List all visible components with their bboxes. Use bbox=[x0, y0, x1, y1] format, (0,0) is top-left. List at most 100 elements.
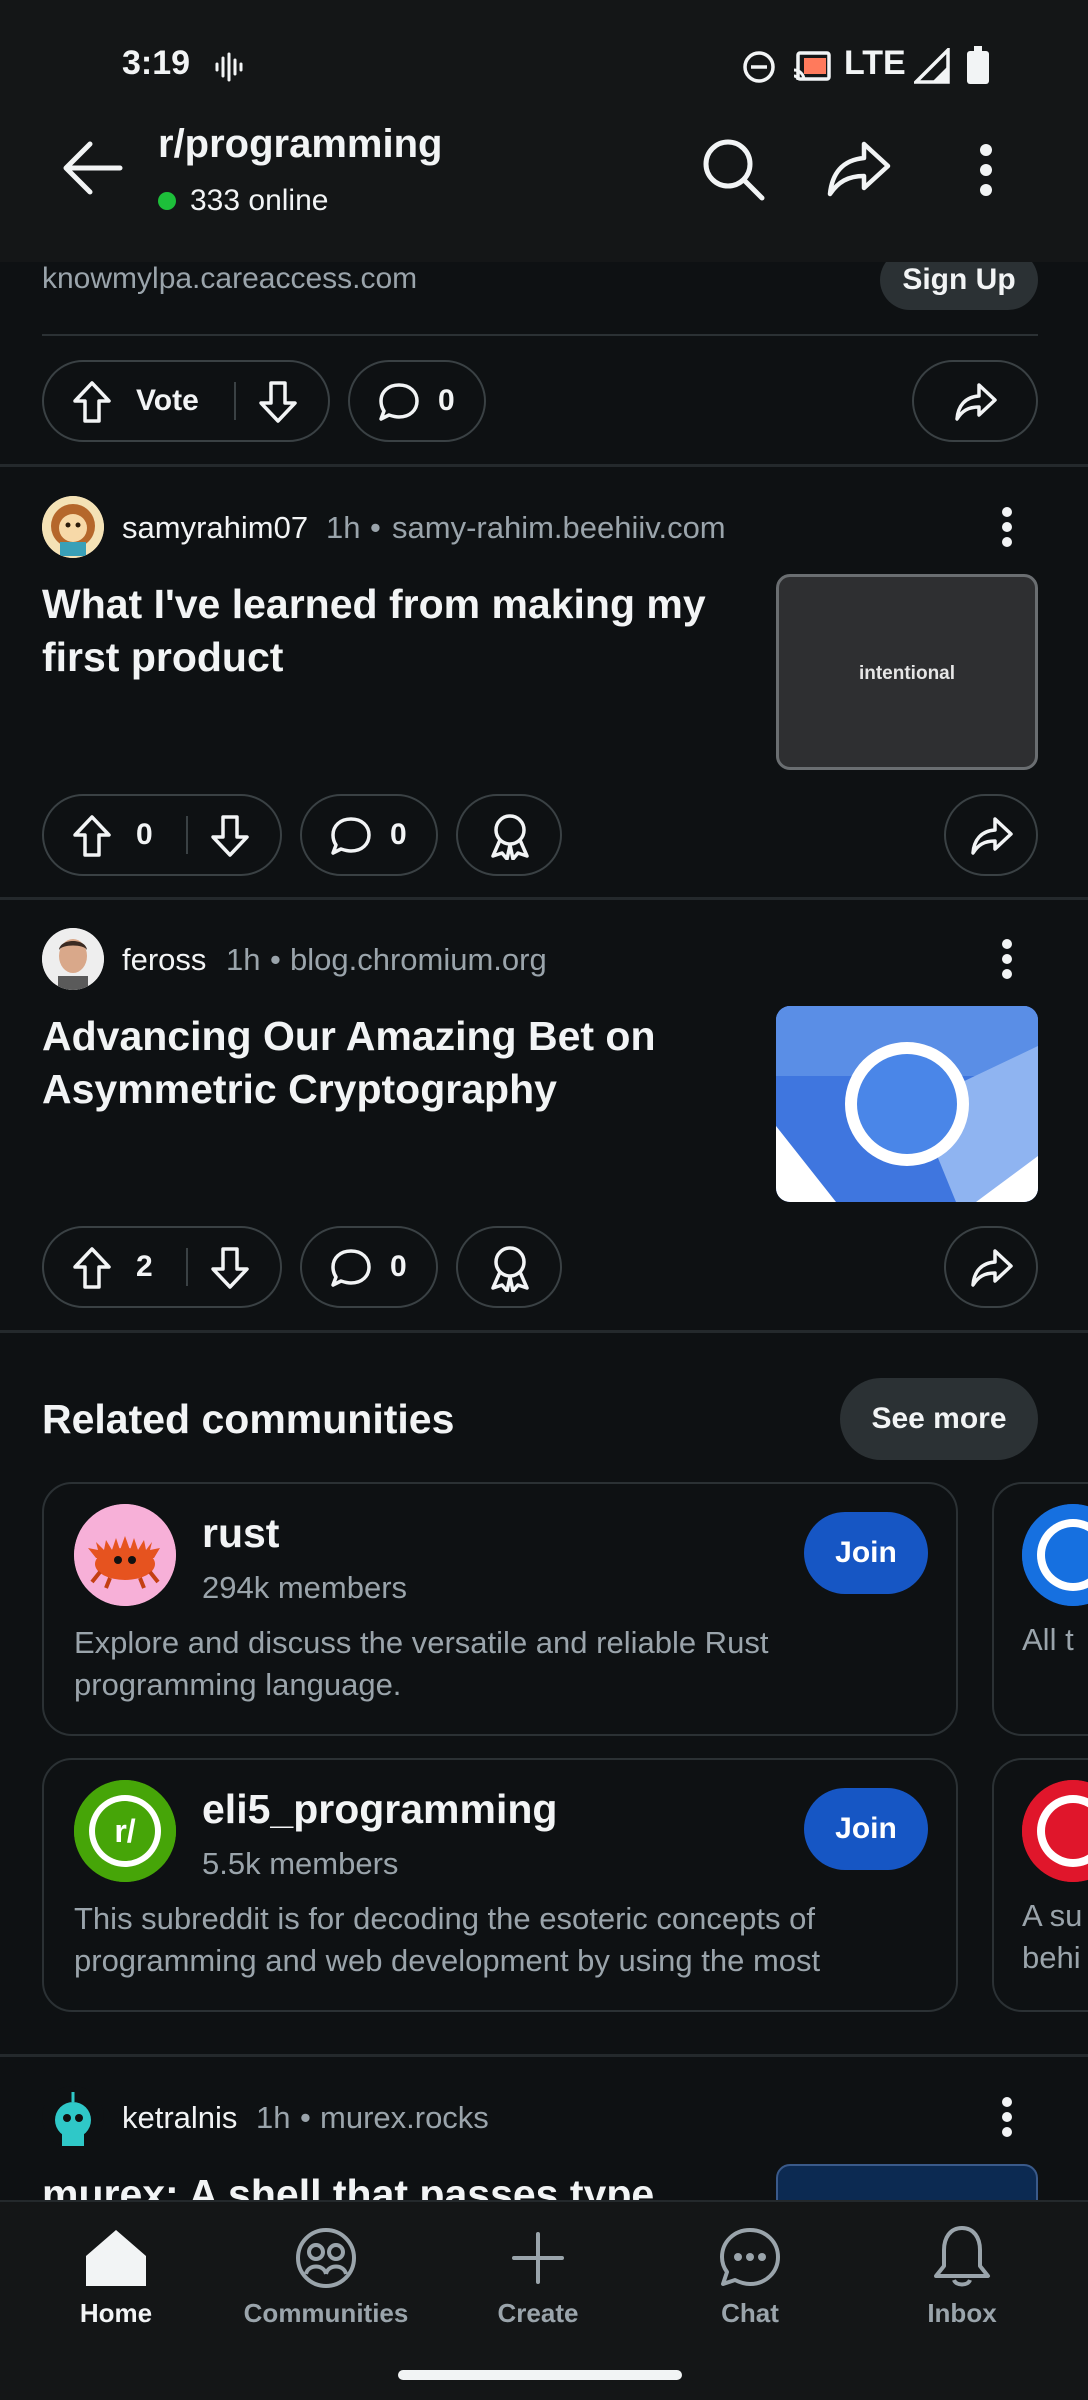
status-time: 3:19 bbox=[122, 44, 191, 82]
downvote-icon[interactable] bbox=[210, 814, 250, 858]
bottom-nav: Home Communities Create Chat Inbox bbox=[0, 2200, 1088, 2400]
subreddit-title[interactable]: r/programming bbox=[158, 122, 442, 167]
rust-avatar bbox=[74, 1504, 176, 1606]
community-card-peek[interactable]: A su behi bbox=[992, 1758, 1088, 2012]
search-icon[interactable] bbox=[700, 136, 766, 202]
post-author[interactable]: feross bbox=[122, 942, 206, 978]
post-domain[interactable]: murex.rocks bbox=[320, 2100, 489, 2136]
ferris-crab-icon bbox=[74, 1504, 176, 1606]
comment-icon bbox=[330, 1248, 372, 1288]
upvote-icon[interactable] bbox=[72, 380, 112, 424]
comments-button[interactable]: 0 bbox=[300, 794, 438, 876]
bell-icon bbox=[932, 2224, 992, 2288]
downvote-icon[interactable] bbox=[210, 1246, 250, 1290]
post-title[interactable]: Advancing Our Amazing Bet on Asymmetric … bbox=[42, 1010, 742, 1116]
join-button[interactable]: Join bbox=[804, 1512, 928, 1594]
comment-count: 0 bbox=[390, 818, 407, 851]
share-button[interactable] bbox=[912, 360, 1038, 442]
downvote-icon[interactable] bbox=[258, 380, 298, 424]
community-description-peek: All t bbox=[1022, 1622, 1074, 1657]
meta-dot: • bbox=[370, 510, 381, 545]
gesture-bar[interactable] bbox=[398, 2370, 682, 2380]
nav-label: Chat bbox=[721, 2298, 779, 2328]
post-age: 1h bbox=[256, 2100, 291, 2135]
comments-button[interactable]: 0 bbox=[300, 1226, 438, 1308]
community-card-rust[interactable]: rust 294k members Join Explore and discu… bbox=[42, 1482, 958, 1736]
community-name: eli5_programming bbox=[202, 1786, 558, 1832]
battery-icon bbox=[966, 46, 990, 84]
chromium-logo-icon bbox=[776, 1006, 1038, 1202]
vote-count: 0 bbox=[136, 818, 153, 851]
nav-label: Inbox bbox=[927, 2298, 997, 2328]
post-author[interactable]: ketralnis bbox=[122, 2100, 237, 2136]
community-description-peek: A su bbox=[1022, 1898, 1083, 1933]
avatar[interactable] bbox=[42, 2086, 104, 2148]
vote-separator bbox=[234, 382, 236, 420]
community-avatar bbox=[1022, 1504, 1088, 1606]
post-options-icon[interactable] bbox=[1000, 938, 1014, 980]
post-options-icon[interactable] bbox=[1000, 506, 1014, 548]
more-options-icon[interactable] bbox=[976, 142, 996, 198]
section-divider bbox=[0, 2054, 1088, 2057]
nav-chat[interactable]: Chat bbox=[650, 2202, 850, 2352]
community-card-peek[interactable]: All t bbox=[992, 1482, 1088, 1736]
comment-icon bbox=[378, 382, 420, 422]
comments-button[interactable]: 0 bbox=[348, 360, 486, 442]
vote-count: 2 bbox=[136, 1250, 153, 1283]
home-icon bbox=[84, 2228, 148, 2288]
award-button[interactable] bbox=[456, 1226, 562, 1308]
upvote-icon[interactable] bbox=[72, 1246, 112, 1290]
online-count: 333 online bbox=[190, 184, 329, 217]
nav-label: Home bbox=[79, 2298, 153, 2328]
community-description-peek: behi bbox=[1022, 1940, 1081, 1975]
post-options-icon[interactable] bbox=[1000, 2096, 1014, 2138]
nav-communities[interactable]: Communities bbox=[226, 2202, 426, 2352]
nav-inbox[interactable]: Inbox bbox=[862, 2202, 1062, 2352]
community-card-eli5-programming[interactable]: r/ eli5_programming 5.5k members Join Th… bbox=[42, 1758, 958, 2012]
share-icon bbox=[970, 1248, 1014, 1288]
vote-pill: 0 bbox=[42, 794, 282, 876]
community-name: rust bbox=[202, 1510, 280, 1556]
meta-dot: • bbox=[270, 942, 281, 977]
share-icon bbox=[954, 382, 998, 422]
post-divider bbox=[0, 1330, 1088, 1333]
community-members: 294k members bbox=[202, 1570, 408, 1605]
voice-activity-icon bbox=[214, 52, 244, 82]
post-thumbnail[interactable]: intentional bbox=[776, 574, 1038, 770]
award-icon bbox=[488, 812, 532, 860]
comment-count: 0 bbox=[390, 1250, 407, 1283]
avatar[interactable] bbox=[42, 496, 104, 558]
vote-label: Vote bbox=[136, 384, 199, 417]
share-button[interactable] bbox=[944, 794, 1038, 876]
subreddit-logo-icon: r/ bbox=[74, 1780, 176, 1882]
back-button[interactable] bbox=[62, 140, 124, 196]
community-description: This subreddit is for decoding the esote… bbox=[74, 1898, 924, 1982]
dnd-icon bbox=[742, 50, 776, 84]
award-button[interactable] bbox=[456, 794, 562, 876]
avatar[interactable] bbox=[42, 928, 104, 990]
top-bar: 3:19 LTE r/programming 333 online bbox=[0, 0, 1088, 262]
upvote-icon[interactable] bbox=[72, 814, 112, 858]
vote-separator bbox=[186, 1248, 188, 1286]
share-icon[interactable] bbox=[826, 138, 892, 198]
post-thumbnail[interactable] bbox=[776, 1006, 1038, 1202]
join-button[interactable]: Join bbox=[804, 1788, 928, 1870]
community-members: 5.5k members bbox=[202, 1846, 399, 1881]
share-button[interactable] bbox=[944, 1226, 1038, 1308]
nav-label: Communities bbox=[243, 2298, 409, 2328]
post-author[interactable]: samyrahim07 bbox=[122, 510, 308, 546]
ad-domain[interactable]: knowmylpa.careaccess.com bbox=[42, 262, 417, 296]
nav-home[interactable]: Home bbox=[16, 2202, 216, 2352]
vote-separator bbox=[186, 816, 188, 854]
see-more-button[interactable]: See more bbox=[840, 1378, 1038, 1460]
post-domain[interactable]: blog.chromium.org bbox=[290, 942, 547, 978]
award-icon bbox=[488, 1244, 532, 1292]
cast-icon bbox=[792, 50, 832, 84]
post-domain[interactable]: samy-rahim.beehiiv.com bbox=[392, 510, 726, 546]
community-avatar bbox=[1022, 1780, 1088, 1882]
vote-pill: 2 bbox=[42, 1226, 282, 1308]
post-title[interactable]: What I've learned from making my first p… bbox=[42, 578, 742, 684]
meta-dot: • bbox=[300, 2100, 311, 2135]
nav-create[interactable]: Create bbox=[438, 2202, 638, 2352]
plus-icon bbox=[510, 2230, 566, 2286]
